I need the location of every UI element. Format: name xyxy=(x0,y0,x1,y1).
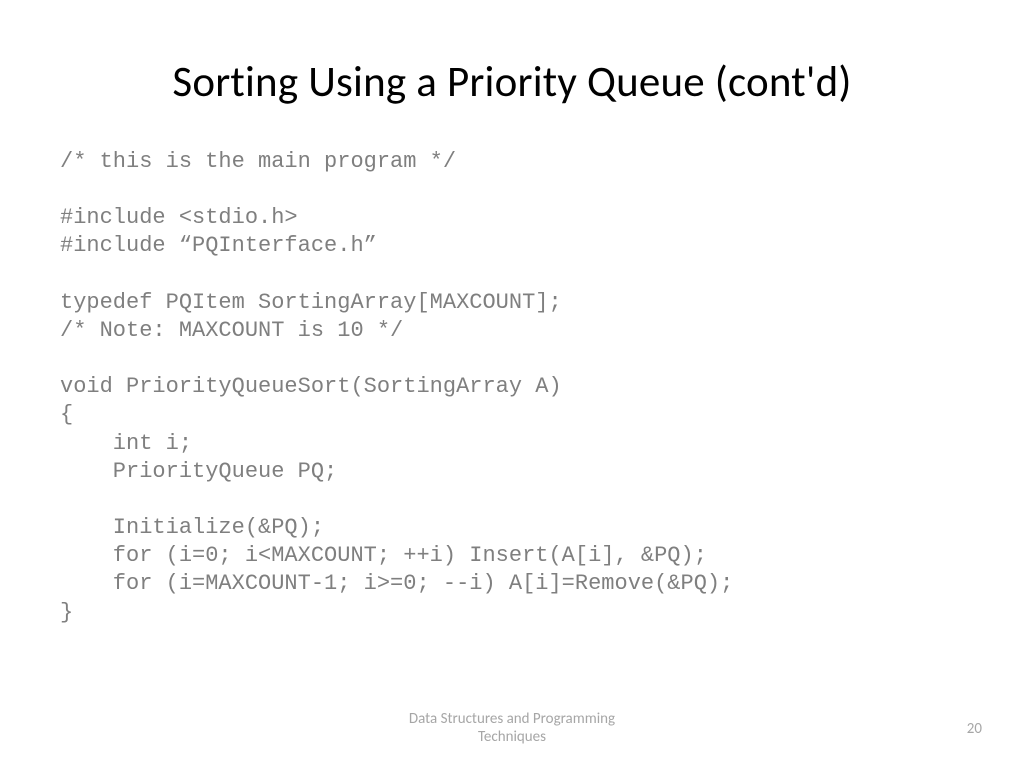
footer-text: Data Structures and Programming Techniqu… xyxy=(409,710,615,746)
code-block: /* this is the main program */ #include … xyxy=(60,148,964,627)
footer: Data Structures and Programming Techniqu… xyxy=(0,710,1024,746)
page-number: 20 xyxy=(967,720,982,738)
footer-line2: Techniques xyxy=(478,728,546,746)
slide-container: Sorting Using a Priority Queue (cont'd) … xyxy=(0,0,1024,768)
slide-title: Sorting Using a Priority Queue (cont'd) xyxy=(60,55,964,108)
footer-line1: Data Structures and Programming xyxy=(409,710,615,728)
